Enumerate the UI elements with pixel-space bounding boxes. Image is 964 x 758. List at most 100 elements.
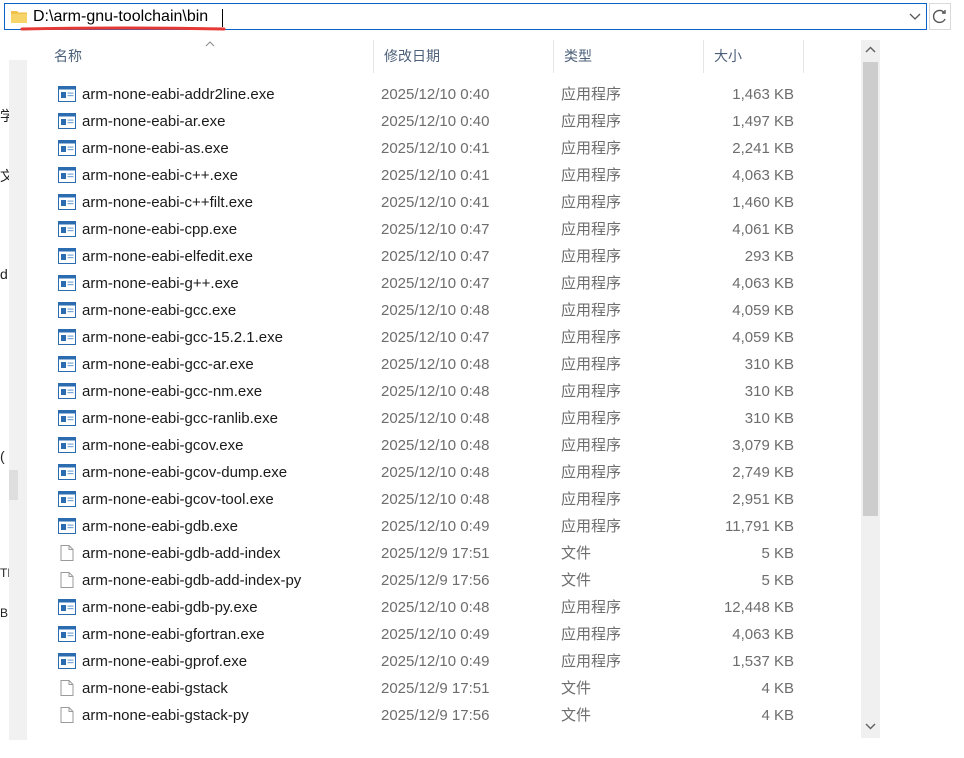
file-size: 2,241 KB xyxy=(732,140,794,157)
exe-icon xyxy=(58,437,76,453)
file-row[interactable]: arm-none-eabi-gdb.exe 2025/12/10 0:49 应用程序… xyxy=(44,513,858,540)
exe-icon xyxy=(58,113,76,129)
file-type: 应用程序 xyxy=(561,383,622,400)
file-name: arm-none-eabi-elfedit.exe xyxy=(82,248,253,265)
file-row[interactable]: arm-none-eabi-gprof.exe 2025/12/10 0:49 应用… xyxy=(44,648,858,675)
exe-icon xyxy=(58,194,76,210)
address-path[interactable]: D:\arm-gnu-toolchain\bin xyxy=(33,8,208,26)
file-size: 4,063 KB xyxy=(732,626,794,643)
file-name: arm-none-eabi-gcov-dump.exe xyxy=(82,464,288,481)
file-type: 应用程序 xyxy=(561,599,622,616)
file-row[interactable]: arm-none-eabi-gcc-ranlib.exe 2025/12/10 0… xyxy=(44,405,858,432)
file-size: 310 KB xyxy=(744,410,794,427)
file-row[interactable]: arm-none-eabi-cpp.exe 2025/12/10 0:47 应用程序… xyxy=(44,216,858,243)
file-size: 4,063 KB xyxy=(732,275,794,292)
file-row[interactable]: arm-none-eabi-gcc-ar.exe 2025/12/10 0:48 应… xyxy=(44,351,858,378)
exe-icon xyxy=(58,167,76,183)
exe-icon xyxy=(58,140,76,156)
file-date: 2025/12/10 0:48 xyxy=(381,437,490,454)
exe-icon xyxy=(58,653,76,669)
nav-item-fragment[interactable]: ( xyxy=(0,448,5,464)
exe-icon xyxy=(58,626,76,642)
column-header-type-label: 类型 xyxy=(564,48,592,64)
file-row[interactable]: arm-none-eabi-gcov-dump.exe 2025/12/10 0:… xyxy=(44,459,858,486)
file-type: 应用程序 xyxy=(561,275,622,292)
file-icon xyxy=(58,545,76,561)
column-header-size-label: 大小 xyxy=(714,48,742,64)
file-name: arm-none-eabi-cpp.exe xyxy=(82,221,238,238)
column-header-name-label: 名称 xyxy=(54,48,82,64)
nav-item-fragment[interactable]: B xyxy=(0,606,8,620)
file-type: 文件 xyxy=(561,545,592,562)
file-size: 4 KB xyxy=(761,707,794,724)
file-type: 文件 xyxy=(561,680,592,697)
file-size: 2,951 KB xyxy=(732,491,794,508)
vertical-scrollbar[interactable] xyxy=(861,40,880,738)
navigation-pane-scrollbar[interactable] xyxy=(9,60,27,740)
nav-item-fragment[interactable]: d xyxy=(0,266,8,282)
column-header-type[interactable]: 类型 xyxy=(554,40,704,73)
file-size: 1,463 KB xyxy=(732,86,794,103)
file-date: 2025/12/10 0:47 xyxy=(381,221,490,238)
file-type: 应用程序 xyxy=(561,86,622,103)
file-row[interactable]: arm-none-eabi-gcc-15.2.1.exe 2025/12/10 0… xyxy=(44,324,858,351)
file-date: 2025/12/10 0:48 xyxy=(381,383,490,400)
column-header-row: 名称 修改日期 类型 大小 xyxy=(44,40,858,73)
file-type: 应用程序 xyxy=(561,464,622,481)
scroll-thumb[interactable] xyxy=(863,62,878,516)
file-row[interactable]: arm-none-eabi-gcov.exe 2025/12/10 0:48 应用程… xyxy=(44,432,858,459)
file-type: 应用程序 xyxy=(561,491,622,508)
file-row[interactable]: arm-none-eabi-gcc.exe 2025/12/10 0:48 应用程序… xyxy=(44,297,858,324)
file-name: arm-none-eabi-c++.exe xyxy=(82,167,238,184)
file-row[interactable]: arm-none-eabi-gcc-nm.exe 2025/12/10 0:48 应… xyxy=(44,378,858,405)
file-date: 2025/12/10 0:48 xyxy=(381,410,490,427)
file-row[interactable]: arm-none-eabi-ar.exe 2025/12/10 0:40 应用程序 1… xyxy=(44,108,858,135)
chevron-down-icon[interactable] xyxy=(861,716,880,736)
file-row[interactable]: arm-none-eabi-c++.exe 2025/12/10 0:41 应用程序… xyxy=(44,162,858,189)
exe-icon xyxy=(58,275,76,291)
file-size: 4,059 KB xyxy=(732,302,794,319)
file-row[interactable]: arm-none-eabi-gstack-py 2025/12/9 17:56 文件… xyxy=(44,702,858,729)
file-date: 2025/12/9 17:51 xyxy=(381,545,490,562)
file-row[interactable]: arm-none-eabi-g++.exe 2025/12/10 0:47 应用程序… xyxy=(44,270,858,297)
file-type: 应用程序 xyxy=(561,194,622,211)
exe-icon xyxy=(58,356,76,372)
file-type: 应用程序 xyxy=(561,626,622,643)
refresh-button[interactable] xyxy=(929,3,951,30)
file-row[interactable]: arm-none-eabi-gdb-add-index 2025/12/9 17:… xyxy=(44,540,858,567)
file-type: 应用程序 xyxy=(561,302,622,319)
file-size: 310 KB xyxy=(744,356,794,373)
exe-icon xyxy=(58,410,76,426)
file-size: 12,448 KB xyxy=(723,599,794,616)
file-row[interactable]: arm-none-eabi-addr2line.exe 2025/12/10 0:… xyxy=(44,81,858,108)
file-date: 2025/12/10 0:49 xyxy=(381,626,490,643)
file-row[interactable]: arm-none-eabi-gcov-tool.exe 2025/12/10 0:… xyxy=(44,486,858,513)
navigation-pane-scroll-thumb[interactable] xyxy=(9,470,18,500)
file-name: arm-none-eabi-gstack xyxy=(82,680,228,697)
file-row[interactable]: arm-none-eabi-as.exe 2025/12/10 0:41 应用程序 2… xyxy=(44,135,858,162)
file-size: 4 KB xyxy=(761,680,794,697)
column-header-size[interactable]: 大小 xyxy=(704,40,804,73)
file-row[interactable]: arm-none-eabi-elfedit.exe 2025/12/10 0:47… xyxy=(44,243,858,270)
column-header-date[interactable]: 修改日期 xyxy=(374,40,554,73)
file-row[interactable]: arm-none-eabi-gdb-py.exe 2025/12/10 0:48 应… xyxy=(44,594,858,621)
file-date: 2025/12/10 0:48 xyxy=(381,356,490,373)
folder-icon xyxy=(11,11,27,23)
file-date: 2025/12/9 17:51 xyxy=(381,680,490,697)
file-name: arm-none-eabi-gcc-15.2.1.exe xyxy=(82,329,283,346)
file-name: arm-none-eabi-gcc-ranlib.exe xyxy=(82,410,278,427)
chevron-up-icon[interactable] xyxy=(861,40,880,60)
chevron-down-icon[interactable] xyxy=(904,4,926,29)
file-row[interactable]: arm-none-eabi-c++filt.exe 2025/12/10 0:41… xyxy=(44,189,858,216)
file-size: 1,460 KB xyxy=(732,194,794,211)
file-date: 2025/12/10 0:48 xyxy=(381,599,490,616)
file-size: 4,063 KB xyxy=(732,167,794,184)
file-name: arm-none-eabi-gcc-ar.exe xyxy=(82,356,254,373)
file-name: arm-none-eabi-gfortran.exe xyxy=(82,626,265,643)
file-size: 310 KB xyxy=(744,383,794,400)
exe-icon xyxy=(58,248,76,264)
file-row[interactable]: arm-none-eabi-gdb-add-index-py 2025/12/9 … xyxy=(44,567,858,594)
file-name: arm-none-eabi-gstack-py xyxy=(82,707,249,724)
file-row[interactable]: arm-none-eabi-gstack 2025/12/9 17:51 文件 4 K… xyxy=(44,675,858,702)
file-row[interactable]: arm-none-eabi-gfortran.exe 2025/12/10 0:4… xyxy=(44,621,858,648)
